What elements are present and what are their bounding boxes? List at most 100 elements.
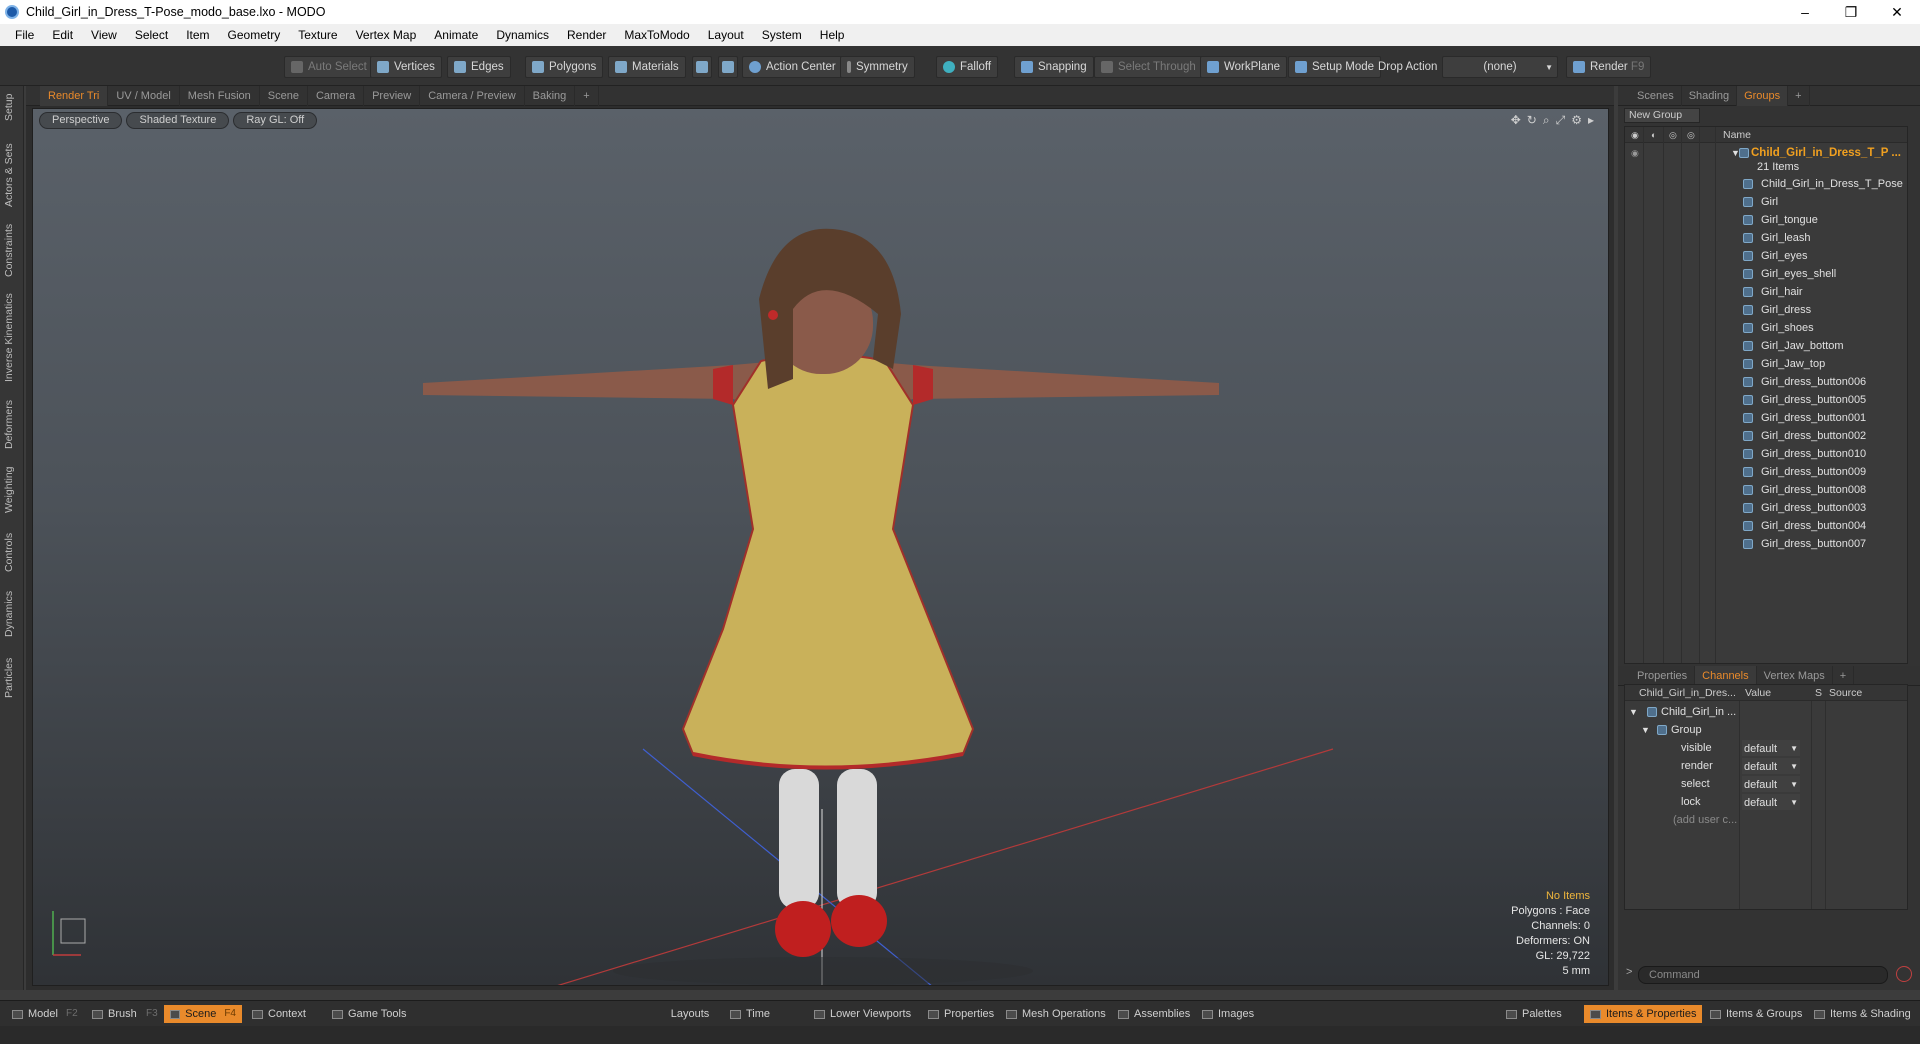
- 3d-viewport[interactable]: Perspective Shaded Texture Ray GL: Off ✥…: [32, 108, 1609, 986]
- render-button[interactable]: Render F9: [1566, 56, 1652, 78]
- channel-root-row[interactable]: ▼ Child_Girl_in ...: [1625, 703, 1907, 721]
- channel-value-header[interactable]: Value: [1745, 685, 1771, 701]
- tab-vertex-maps[interactable]: Vertex Maps: [1757, 665, 1833, 686]
- drop-action-select[interactable]: (none) ▼: [1442, 56, 1558, 78]
- select-through-button[interactable]: Select Through: [1094, 56, 1203, 78]
- channel-group-row[interactable]: ▼ Group: [1625, 721, 1907, 739]
- tab-camera[interactable]: Camera: [308, 85, 365, 106]
- add-user-channel-row[interactable]: (add user c...: [1625, 811, 1907, 829]
- render-value-select[interactable]: default: [1742, 758, 1800, 776]
- auto-select-button[interactable]: Auto Select: [284, 56, 374, 78]
- tab-controls[interactable]: Controls: [3, 528, 21, 576]
- channel-s-header[interactable]: S: [1815, 685, 1822, 701]
- tab-scene[interactable]: Scene: [260, 85, 308, 106]
- time-button[interactable]: Time: [724, 1005, 776, 1023]
- channel-row-lock[interactable]: lock default: [1625, 793, 1907, 812]
- items-properties-button[interactable]: Items & Properties: [1584, 1005, 1703, 1023]
- items-shading-button[interactable]: Items & Shading: [1808, 1005, 1917, 1023]
- group-item-row[interactable]: Girl_dress_button002: [1625, 427, 1907, 445]
- tab-setup[interactable]: Setup: [3, 92, 21, 122]
- edges-button[interactable]: Edges: [447, 56, 511, 78]
- tab-shading[interactable]: Shading: [1682, 85, 1738, 106]
- select-value-select[interactable]: default: [1742, 776, 1800, 794]
- group-item-row[interactable]: Girl_dress_button003: [1625, 499, 1907, 517]
- tab-groups[interactable]: Groups: [1737, 85, 1789, 106]
- menu-render[interactable]: Render: [558, 28, 615, 42]
- context-layout-button[interactable]: Context: [246, 1005, 312, 1023]
- menu-file[interactable]: File: [6, 28, 43, 42]
- new-group-button[interactable]: New Group: [1624, 108, 1700, 123]
- tab-render-tri[interactable]: Render Tri: [40, 85, 109, 106]
- menu-animate[interactable]: Animate: [425, 28, 487, 42]
- menu-layout[interactable]: Layout: [699, 28, 753, 42]
- group-item-row[interactable]: Girl_leash: [1625, 229, 1907, 247]
- group-item-row[interactable]: Girl_dress_button005: [1625, 391, 1907, 409]
- materials-button[interactable]: Materials: [608, 56, 686, 78]
- tab-baking[interactable]: Baking: [525, 85, 576, 106]
- group-item-row[interactable]: Girl_dress_button009: [1625, 463, 1907, 481]
- tab-mesh-fusion[interactable]: Mesh Fusion: [180, 85, 260, 106]
- name-column-header[interactable]: Name: [1723, 127, 1751, 143]
- component-mode-button[interactable]: [692, 56, 712, 78]
- falloff-button[interactable]: Falloff: [936, 56, 999, 78]
- action-center-button[interactable]: Action Center: [742, 56, 843, 78]
- command-input[interactable]: Command: [1638, 966, 1888, 984]
- tab-deformers[interactable]: Deformers: [3, 396, 21, 452]
- tab-weighting[interactable]: Weighting: [3, 462, 21, 518]
- menu-vertex-map[interactable]: Vertex Map: [347, 28, 426, 42]
- channel-name-header[interactable]: Child_Girl_in_Dres...: [1639, 685, 1736, 701]
- vertices-button[interactable]: Vertices: [370, 56, 442, 78]
- workplane-button[interactable]: WorkPlane: [1200, 56, 1288, 78]
- game-tools-layout-button[interactable]: Game Tools: [326, 1005, 413, 1023]
- menu-help[interactable]: Help: [811, 28, 854, 42]
- group-item-row[interactable]: Child_Girl_in_Dress_T_Pose: [1625, 175, 1907, 193]
- group-item-row[interactable]: Girl_dress_button008: [1625, 481, 1907, 499]
- group-item-row[interactable]: Girl_shoes: [1625, 319, 1907, 337]
- polygons-button[interactable]: Polygons: [525, 56, 604, 78]
- item-mode-button[interactable]: [718, 56, 738, 78]
- snapping-button[interactable]: Snapping: [1014, 56, 1094, 78]
- select-toggle-icon[interactable]: ◎: [1687, 127, 1695, 143]
- expand-arrow-icon[interactable]: ▼: [1629, 703, 1638, 721]
- group-item-row[interactable]: Girl_eyes: [1625, 247, 1907, 265]
- channel-row-select[interactable]: select default: [1625, 775, 1907, 794]
- render-toggle-icon[interactable]: ◐: [1651, 127, 1656, 143]
- items-groups-button[interactable]: Items & Groups: [1704, 1005, 1808, 1023]
- group-item-row[interactable]: Girl_dress_button007: [1625, 535, 1907, 553]
- group-item-row[interactable]: Girl_hair: [1625, 283, 1907, 301]
- add-tab-button[interactable]: +: [575, 85, 599, 106]
- model-layout-button[interactable]: Model: [6, 1005, 64, 1023]
- tab-constraints[interactable]: Constraints: [3, 220, 21, 280]
- layouts-button[interactable]: Layouts: [660, 1005, 720, 1023]
- menu-select[interactable]: Select: [126, 28, 177, 42]
- minimize-button[interactable]: –: [1782, 0, 1828, 24]
- menu-dynamics[interactable]: Dynamics: [487, 28, 558, 42]
- lock-value-select[interactable]: default: [1742, 794, 1800, 812]
- group-item-row[interactable]: Girl_dress_button006: [1625, 373, 1907, 391]
- group-item-row[interactable]: Girl_dress_button010: [1625, 445, 1907, 463]
- tab-uv-model[interactable]: UV / Model: [108, 85, 180, 106]
- group-item-row[interactable]: Girl_eyes_shell: [1625, 265, 1907, 283]
- images-button[interactable]: Images: [1196, 1005, 1260, 1023]
- group-item-row[interactable]: Girl_Jaw_bottom: [1625, 337, 1907, 355]
- channel-row-visible[interactable]: visible default: [1625, 739, 1907, 758]
- setup-mode-button[interactable]: Setup Mode: [1288, 56, 1382, 78]
- tab-actors-sets[interactable]: Actors & Sets: [3, 140, 21, 210]
- palettes-button[interactable]: Palettes: [1500, 1005, 1568, 1023]
- command-history-icon[interactable]: [1896, 966, 1912, 982]
- menu-item[interactable]: Item: [177, 28, 218, 42]
- mesh-operations-button[interactable]: Mesh Operations: [1000, 1005, 1112, 1023]
- close-button[interactable]: ✕: [1874, 0, 1920, 24]
- assemblies-button[interactable]: Assemblies: [1112, 1005, 1196, 1023]
- tab-dynamics[interactable]: Dynamics: [3, 586, 21, 642]
- group-item-row[interactable]: Girl_dress: [1625, 301, 1907, 319]
- add-tab-button[interactable]: +: [1788, 85, 1810, 106]
- lock-icon[interactable]: ◎: [1669, 127, 1677, 143]
- menu-system[interactable]: System: [753, 28, 811, 42]
- brush-layout-button[interactable]: Brush: [86, 1005, 143, 1023]
- eye-icon[interactable]: ◉: [1631, 127, 1639, 143]
- visible-value-select[interactable]: default: [1742, 740, 1800, 758]
- tab-properties[interactable]: Properties: [1630, 665, 1696, 686]
- add-tab-button[interactable]: +: [1833, 665, 1855, 686]
- menu-edit[interactable]: Edit: [43, 28, 82, 42]
